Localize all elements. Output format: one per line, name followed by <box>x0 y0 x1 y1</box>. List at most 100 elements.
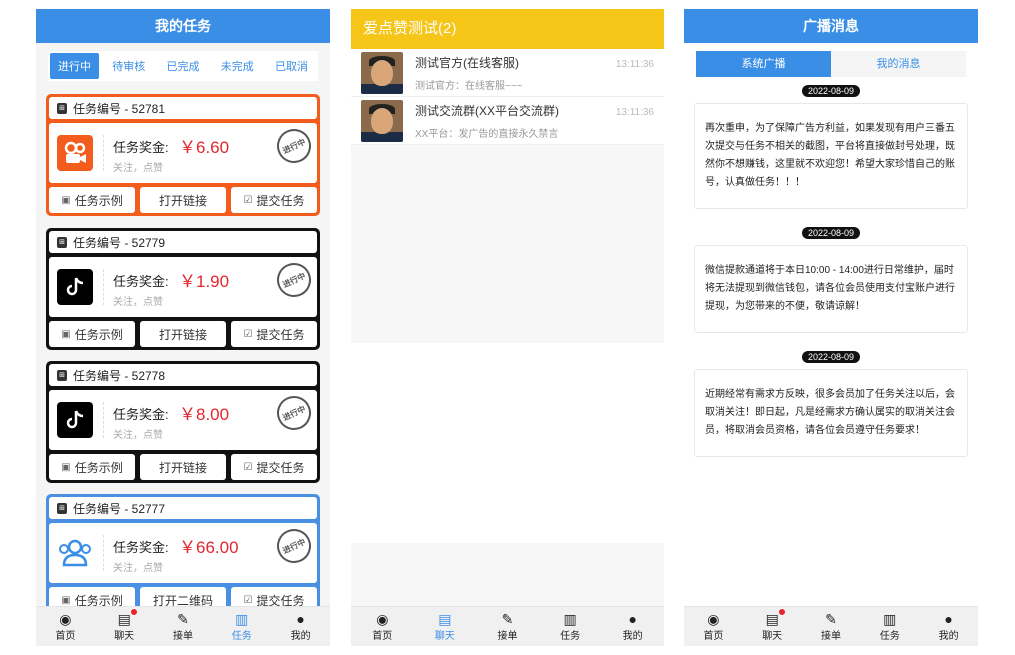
bottom-nav: ◉ 首页 ▤ 聊天 ✎ 接单 ▥ 任务 ● 我的 <box>684 606 978 646</box>
user-icon: ● <box>944 611 953 627</box>
checkbox-icon: ☑ <box>243 461 253 473</box>
task-status-tabs: 进行中 待审核 已完成 未完成 已取消 <box>48 51 318 81</box>
task-example-button[interactable]: ▣ 任务示例 <box>49 454 135 480</box>
chat-icon: ▤ <box>765 611 779 627</box>
chat-item[interactable]: 测试官方(在线客服) 测试官方：在线客服~~~ 13:11:36 <box>351 49 664 97</box>
kuaishou-icon <box>57 135 93 171</box>
nav-chat[interactable]: ▤ 聊天 <box>420 611 470 642</box>
tab-cancelled[interactable]: 已取消 <box>267 53 316 79</box>
edit-icon: ✎ <box>501 611 514 627</box>
nav-mine[interactable]: ● 我的 <box>276 611 326 642</box>
nav-orders[interactable]: ✎ 接单 <box>806 611 856 642</box>
user-icon: ● <box>296 611 305 627</box>
edit-icon: ✎ <box>177 611 189 627</box>
tab-incomplete[interactable]: 未完成 <box>213 53 262 79</box>
tab-in-progress[interactable]: 进行中 <box>50 53 99 79</box>
task-requirement: 关注，点赞 <box>113 563 163 574</box>
submit-task-button[interactable]: ☑ 提交任务 <box>231 321 317 347</box>
submit-task-button[interactable]: ☑ 提交任务 <box>231 454 317 480</box>
task-requirement: 关注，点赞 <box>113 430 163 441</box>
nav-mine[interactable]: ● 我的 <box>924 611 974 642</box>
bottom-nav: ◉ 首页 ▤ 聊天 ✎ 接单 ▥ 任务 ● 我的 <box>351 606 664 646</box>
home-icon: ◉ <box>59 611 72 627</box>
image-icon: ▣ <box>61 461 71 473</box>
nav-home[interactable]: ◉ 首页 <box>688 611 738 642</box>
nav-tasks[interactable]: ▥ 任务 <box>545 611 595 642</box>
nav-home[interactable]: ◉ 首页 <box>357 611 407 642</box>
document-icon: ▥ <box>563 611 577 627</box>
in-progress-stamp-icon: 进行中 <box>271 257 317 303</box>
tab-system-broadcast[interactable]: 系统广播 <box>696 51 831 77</box>
in-progress-stamp-icon: 进行中 <box>271 123 317 169</box>
tab-my-messages[interactable]: 我的消息 <box>831 51 966 77</box>
edit-icon: ✎ <box>825 611 837 627</box>
task-number: 任务编号 - 52781 <box>73 101 166 116</box>
nav-mine[interactable]: ● 我的 <box>608 611 658 642</box>
tab-pending-review[interactable]: 待审核 <box>104 53 153 79</box>
prize-label: 任务奖金: <box>113 407 169 422</box>
in-progress-stamp-icon: 进行中 <box>271 390 317 436</box>
open-link-button[interactable]: 打开链接 <box>140 454 226 480</box>
unread-dot <box>131 609 138 615</box>
user-icon: ● <box>628 611 637 627</box>
broadcast-tabs: 系统广播 我的消息 <box>696 51 966 77</box>
bottom-nav: ◉ 首页 ▤ 聊天 ✎ 接单 ▥ 任务 ● 我的 <box>36 606 330 646</box>
avatar <box>361 99 403 142</box>
chat-icon: ▤ <box>438 611 452 627</box>
message-date: 2022-08-09 <box>802 227 860 239</box>
task-requirement: 关注，点赞 <box>113 297 163 308</box>
broadcast-message: 近期经常有需求方反映，很多会员加了任务关注以后，会取消关注！即日起，凡是经需求方… <box>694 369 968 457</box>
checkbox-icon: ☑ <box>243 594 253 606</box>
chat-blank-area <box>351 343 664 543</box>
page-title: 爱点赞测试(2) <box>351 9 664 49</box>
unread-dot <box>779 609 786 615</box>
nav-home[interactable]: ◉ 首页 <box>40 611 90 642</box>
checkbox-icon: ☑ <box>243 194 253 206</box>
message-date: 2022-08-09 <box>802 85 860 97</box>
open-link-button[interactable]: 打开链接 <box>140 321 226 347</box>
prize-amount: ￥66.00 <box>179 538 239 557</box>
chat-last-message: 测试官方：在线客服~~~ <box>415 80 523 92</box>
in-progress-stamp-icon: 进行中 <box>271 523 317 569</box>
task-example-button[interactable]: ▣ 任务示例 <box>49 321 135 347</box>
task-id-icon: ⊞ <box>57 369 67 381</box>
task-card: ⊞ 任务编号 - 52779 任务奖金: ￥1.90 关注，点赞 进行中 ▣ 任务示… <box>46 228 320 350</box>
prize-label: 任务奖金: <box>113 540 169 555</box>
message-date: 2022-08-09 <box>802 351 860 363</box>
open-link-button[interactable]: 打开链接 <box>140 187 226 213</box>
task-id-icon: ⊞ <box>57 236 67 248</box>
nav-orders[interactable]: ✎ 接单 <box>158 611 208 642</box>
task-card: ⊞ 任务编号 - 52777 任务奖金: ￥66.00 关注，点赞 进行中 ▣ 任务… <box>46 494 320 616</box>
chat-icon: ▤ <box>117 611 131 627</box>
chat-screen: 爱点赞测试(2) 测试官方(在线客服) 测试官方：在线客服~~~ 13:11:3… <box>351 9 664 646</box>
page-title: 广播消息 <box>684 9 978 43</box>
page-title: 我的任务 <box>36 9 330 43</box>
task-number: 任务编号 - 52777 <box>73 501 166 516</box>
home-icon: ◉ <box>376 611 389 627</box>
chat-list: 测试官方(在线客服) 测试官方：在线客服~~~ 13:11:36 测试交流群(X… <box>351 49 664 543</box>
avatar <box>361 51 403 94</box>
task-example-button[interactable]: ▣ 任务示例 <box>49 187 135 213</box>
task-card: ⊞ 任务编号 - 52778 任务奖金: ￥8.00 关注，点赞 进行中 ▣ 任务示… <box>46 361 320 483</box>
task-requirement: 关注，点赞 <box>113 163 163 174</box>
chat-item[interactable]: 测试交流群(XX平台交流群) XX平台：发广告的直接永久禁言 13:11:36 <box>351 97 664 145</box>
prize-label: 任务奖金: <box>113 274 169 289</box>
nav-orders[interactable]: ✎ 接单 <box>482 611 532 642</box>
prize-label: 任务奖金: <box>113 140 169 155</box>
image-icon: ▣ <box>61 328 71 340</box>
submit-task-button[interactable]: ☑ 提交任务 <box>231 187 317 213</box>
image-icon: ▣ <box>61 194 71 206</box>
nav-chat[interactable]: ▤ 聊天 <box>747 609 797 642</box>
nav-tasks[interactable]: ▥ 任务 <box>217 611 267 642</box>
nav-tasks[interactable]: ▥ 任务 <box>865 611 915 642</box>
broadcast-message: 微信提款通道将于本日10:00 - 14:00进行日常维护，届时将无法提现到微信… <box>694 245 968 333</box>
douyin-icon <box>57 402 93 438</box>
douyin-icon <box>57 269 93 305</box>
nav-chat[interactable]: ▤ 聊天 <box>99 609 149 642</box>
task-number: 任务编号 - 52779 <box>73 235 166 250</box>
users-icon <box>57 535 93 571</box>
image-icon: ▣ <box>61 594 71 606</box>
task-id-icon: ⊞ <box>57 102 67 114</box>
tab-completed[interactable]: 已完成 <box>159 53 208 79</box>
my-tasks-screen: 我的任务 进行中 待审核 已完成 未完成 已取消 ⊞ 任务编号 - 52781 任… <box>36 9 330 646</box>
